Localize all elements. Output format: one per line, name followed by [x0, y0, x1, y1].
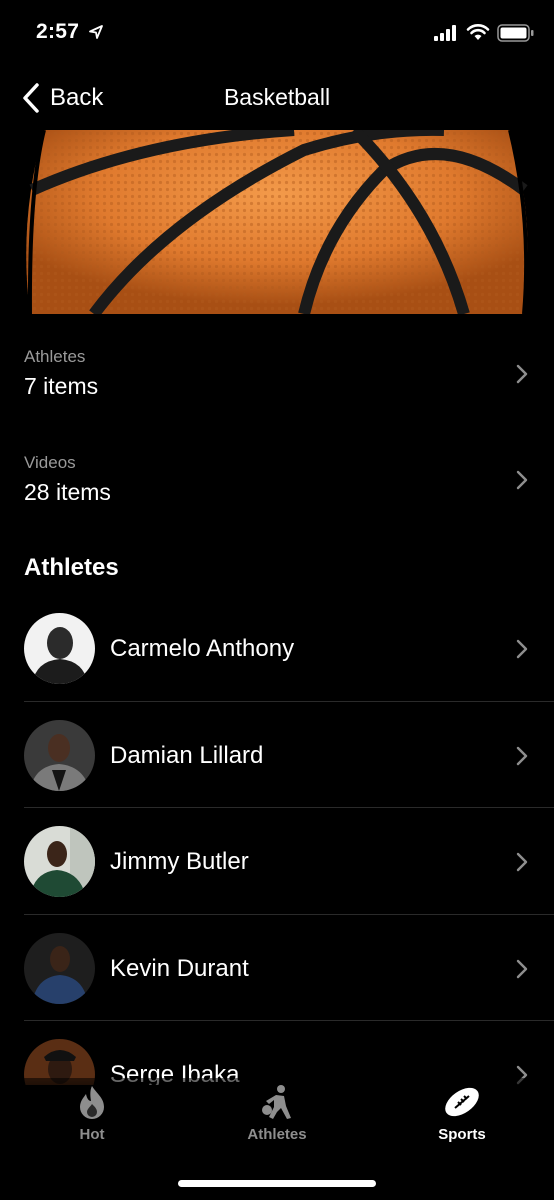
- list-item[interactable]: Kevin Durant: [0, 915, 554, 1021]
- summary-label: Athletes: [24, 347, 86, 366]
- tab-sports[interactable]: Sports: [402, 1084, 522, 1154]
- chevron-right-icon: [516, 746, 528, 765]
- home-indicator[interactable]: [178, 1180, 376, 1187]
- chevron-right-icon: [516, 959, 528, 978]
- battery-icon: [497, 24, 534, 42]
- athlete-name: Damian Lillard: [110, 741, 264, 769]
- chevron-right-icon: [516, 364, 528, 384]
- list-item[interactable]: Damian Lillard: [0, 702, 554, 808]
- athlete-icon: [262, 1085, 291, 1119]
- section-title: Athletes: [24, 554, 119, 581]
- athletes-summary-row[interactable]: Athletes 7 items: [0, 347, 554, 437]
- tab-hot[interactable]: Hot: [32, 1084, 152, 1154]
- location-arrow-icon: [89, 25, 103, 39]
- status-time: 2:57: [36, 20, 80, 43]
- chevron-right-icon: [516, 639, 528, 659]
- tab-athletes[interactable]: Athletes: [217, 1084, 337, 1154]
- cellular-signal-icon: [434, 25, 456, 41]
- avatar: [24, 613, 95, 684]
- athlete-name: Kevin Durant: [110, 954, 249, 982]
- status-bar: 2:57: [0, 0, 554, 70]
- summary-label: Videos: [24, 453, 76, 472]
- navigation-bar: Back Basketball: [0, 70, 554, 126]
- tab-label: Athletes: [247, 1126, 307, 1143]
- football-icon: [445, 1087, 479, 1117]
- list-item[interactable]: Jimmy Butler: [0, 808, 554, 915]
- list-item[interactable]: Carmelo Anthony: [0, 595, 554, 702]
- avatar: [24, 826, 95, 897]
- wifi-icon: [466, 24, 490, 40]
- summary-value: 7 items: [24, 373, 99, 399]
- athlete-name: Carmelo Anthony: [110, 635, 295, 662]
- tab-label: Hot: [79, 1126, 105, 1143]
- flame-icon: [80, 1086, 104, 1119]
- chevron-right-icon: [516, 852, 528, 872]
- chevron-right-icon: [516, 470, 528, 490]
- basketball-hero-image: [24, 130, 530, 314]
- page-title: Basketball: [223, 84, 331, 110]
- athlete-name: Jimmy Butler: [110, 848, 249, 875]
- avatar: [24, 719, 95, 791]
- list-item[interactable]: Serge Ibaka: [0, 1021, 554, 1085]
- tab-label: Sports: [438, 1126, 486, 1143]
- athlete-list: Carmelo Anthony Damian Lillard Jimmy But…: [0, 595, 554, 1085]
- avatar: [24, 932, 95, 1004]
- summary-value: 28 items: [24, 479, 111, 505]
- videos-summary-row[interactable]: Videos 28 items: [0, 453, 554, 543]
